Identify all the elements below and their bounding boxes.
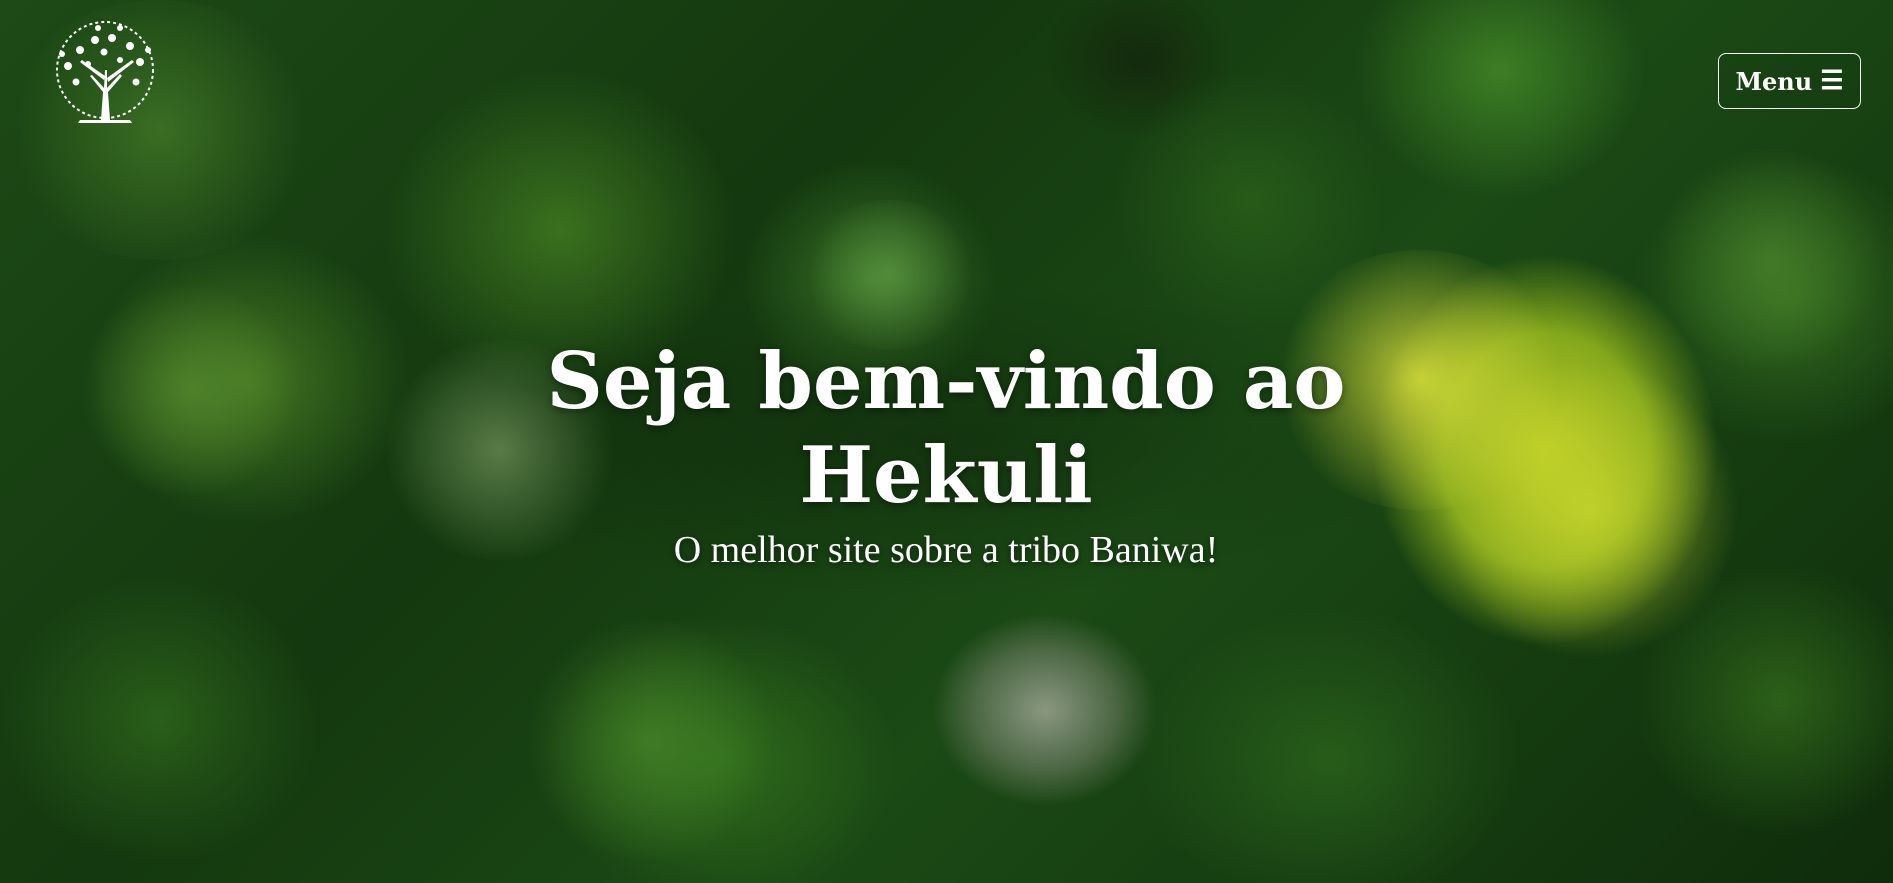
- foliage-decoration: [800, 200, 980, 350]
- page-title: Seja bem-vindo ao Hekuli: [546, 336, 1346, 521]
- hamburger-icon: ☰: [1820, 66, 1844, 96]
- foliage-decoration: [1440, 360, 1740, 660]
- foliage-decoration: [80, 280, 300, 500]
- hero-text: Seja bem-vindo ao Hekuli O melhor site s…: [446, 335, 1446, 573]
- menu-label: Menu: [1735, 66, 1813, 96]
- tree-icon[interactable]: [40, 20, 170, 142]
- foliage-decoration: [520, 620, 780, 860]
- hero-section: Menu ☰ Seja bem-vindo ao Hekuli O melhor…: [0, 0, 1893, 883]
- page-subtitle: O melhor site sobre a tribo Baniwa!: [673, 529, 1219, 571]
- menu-button[interactable]: Menu ☰: [1718, 53, 1861, 109]
- foliage-decoration: [1650, 150, 1890, 370]
